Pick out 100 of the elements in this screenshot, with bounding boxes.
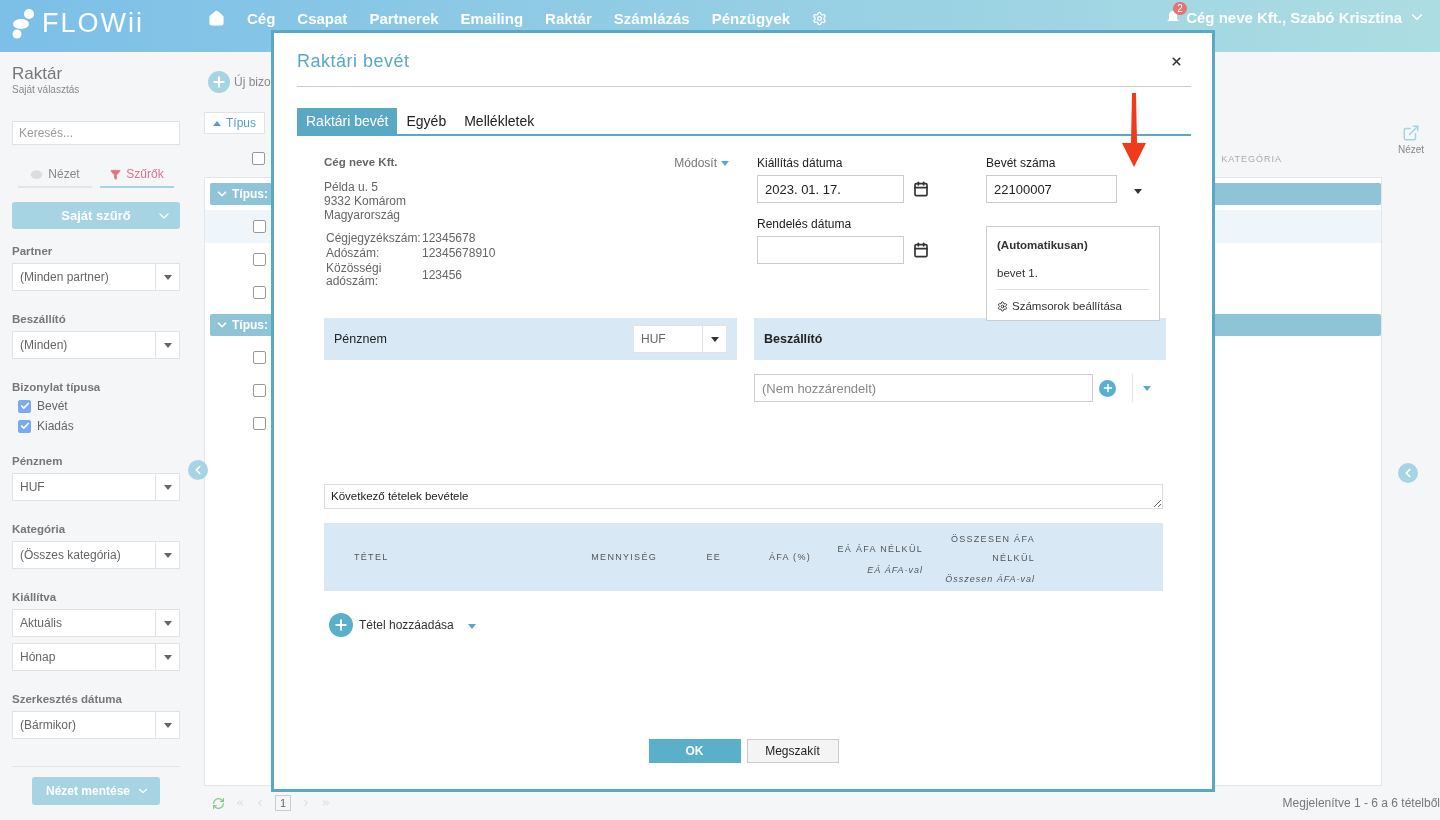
filter-label: Kiállítva [12, 591, 58, 603]
filter-select[interactable]: (Összes kategória) [12, 541, 180, 569]
view-button[interactable]: Nézet [1397, 124, 1425, 155]
field-label: Rendelés dátuma [757, 217, 853, 231]
eye-icon [30, 167, 44, 181]
checkbox[interactable] [18, 399, 31, 413]
caret-icon [163, 620, 172, 626]
page-number[interactable]: 1 [275, 795, 292, 811]
column-subheader: EÁ ÁFA-val [867, 564, 923, 575]
page-title: Raktár [12, 64, 64, 84]
notification-badge: 2 [1173, 2, 1187, 15]
plus-icon [329, 613, 353, 637]
checkbox[interactable] [253, 351, 266, 364]
checkbox[interactable] [253, 253, 266, 266]
id-value: 12345678910 [422, 247, 497, 260]
filter-select[interactable]: (Bármikor) [12, 711, 180, 739]
checkbox[interactable] [253, 384, 266, 397]
close-button[interactable] [1170, 55, 1183, 68]
field-label: Bevét száma [986, 156, 1057, 170]
checkbox[interactable] [18, 419, 31, 433]
caret-icon [163, 484, 172, 490]
cancel-button[interactable]: Megszakít [746, 739, 839, 763]
id-value: 12345678 [422, 232, 477, 245]
date-field[interactable]: 2023. 01. 17. [757, 175, 904, 203]
dialog-title: Raktári bevét [297, 51, 410, 72]
field-label: Kiállítás dátuma [757, 156, 844, 170]
filter-select[interactable]: (Minden partner) [12, 263, 180, 291]
filter-select[interactable]: Aktuális [12, 609, 180, 637]
sidebar-tab[interactable]: Nézet [18, 163, 92, 188]
column-header: EE [706, 550, 721, 564]
caret-icon [163, 654, 172, 660]
checkbox[interactable] [253, 286, 266, 299]
refresh-icon[interactable] [212, 796, 225, 810]
search-field[interactable]: Keresés... [12, 121, 180, 145]
calendar-icon[interactable] [913, 242, 929, 258]
sort-button[interactable]: Típus [204, 112, 265, 134]
address-line: 9332 Komárom [324, 194, 408, 208]
id-label: Cégjegyzékszám: [326, 232, 422, 245]
plus-icon [208, 71, 230, 93]
caret-icon [163, 552, 172, 558]
dialog-tab[interactable]: Egyéb [397, 108, 456, 134]
filter-label: Szerkesztés dátuma [12, 693, 123, 705]
add-icon[interactable] [1099, 379, 1116, 397]
sort-caret-icon [213, 121, 221, 127]
supplier-field[interactable]: (Nem hozzárendelt) [754, 374, 1093, 402]
caret-icon [721, 160, 729, 166]
menu-item[interactable]: bevet 1. [997, 261, 1149, 289]
settings-icon [997, 300, 1008, 312]
number-field[interactable]: 22100007 [986, 175, 1117, 203]
column-header: TÉTEL [354, 550, 389, 564]
menu-item[interactable]: Számsorok beállítása [997, 290, 1149, 314]
home-icon[interactable] [208, 10, 225, 27]
checkbox-label: Bevét [37, 399, 68, 413]
logo-icon [12, 8, 36, 39]
settings-icon[interactable] [812, 11, 828, 26]
id-label: Adószám: [326, 247, 381, 260]
band-label: Pénznem [334, 332, 387, 346]
arrow-icon [1122, 93, 1146, 167]
last-page-icon[interactable] [321, 798, 332, 808]
checkbox[interactable] [253, 220, 266, 233]
filter-label: Bizonylat típusa [12, 381, 102, 393]
pagination-summary: Megjelenítve 1 - 6 a 6 tételből [1282, 796, 1440, 810]
id-label: Közösségi adószám: [326, 262, 383, 288]
filter-select[interactable]: Hónap [12, 643, 180, 671]
edit-link[interactable]: Módosít [674, 156, 729, 170]
band-label: Beszállító [764, 332, 823, 346]
collapse-left-icon[interactable] [188, 460, 208, 480]
add-item-button[interactable]: Tétel hozzáadása [329, 613, 476, 637]
column-subheader: Összesen ÁFA-val [945, 574, 1035, 584]
calendar-icon[interactable] [913, 181, 929, 197]
address-line: Magyarország [324, 208, 402, 222]
column-header: KATEGÓRIA [1221, 153, 1282, 164]
date-field[interactable] [757, 236, 904, 264]
currency-select[interactable]: HUF [633, 325, 727, 353]
caret-icon [467, 624, 476, 629]
menu-item[interactable]: (Automatikusan) [997, 233, 1149, 261]
company-name: Cég neve Kft. [324, 156, 398, 170]
filter-label: Pénznem [12, 455, 64, 467]
caret-icon [163, 722, 172, 728]
filter-select[interactable]: HUF [12, 473, 180, 501]
dropdown-caret-icon [1134, 189, 1142, 194]
new-document-button[interactable]: Új bizo [208, 71, 271, 93]
filter-select[interactable]: (Minden) [12, 331, 180, 359]
note-field[interactable]: Következő tételek bevétele [324, 484, 1163, 509]
id-value: 123456 [422, 268, 464, 282]
caret-icon [1142, 385, 1151, 391]
address-line: Példa u. 5 [324, 180, 380, 194]
logo-text: FLOWii [42, 8, 144, 39]
column-header: MENNYISÉG [591, 550, 657, 564]
previous-page-icon[interactable] [255, 798, 265, 808]
column-header: ÁFA (%) [768, 550, 811, 564]
checkbox[interactable] [252, 152, 265, 165]
page-subtitle: Saját választás [12, 84, 81, 95]
bell-icon[interactable] [1166, 10, 1181, 24]
filter-label: Partner [12, 245, 54, 257]
collapse-left-icon[interactable] [1398, 463, 1418, 483]
checkbox[interactable] [253, 417, 266, 430]
checkbox-label: Kiadás [37, 419, 74, 433]
dialog-tab[interactable]: Mellékletek [455, 108, 544, 134]
filter-label: Kategória [12, 523, 67, 535]
